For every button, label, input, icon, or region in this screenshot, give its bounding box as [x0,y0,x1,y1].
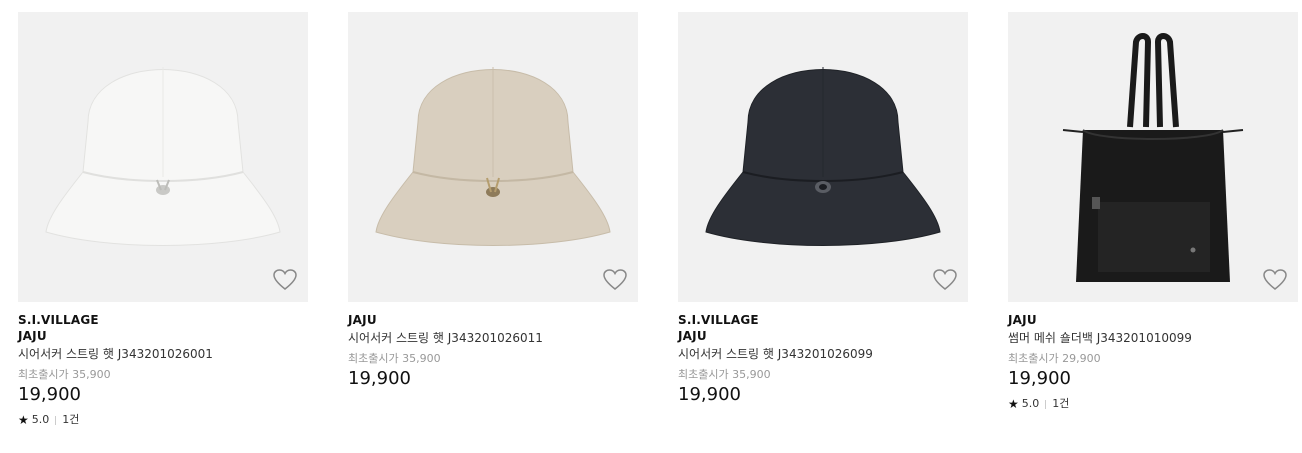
rating-value: 5.0 [1021,397,1040,410]
product-image[interactable] [18,12,308,302]
product-name[interactable]: 시어서커 스트링 햇 J343201026011 [348,329,638,347]
brand-label: JAJU [18,329,47,343]
sale-price: 19,900 [348,368,411,389]
tote-bag-image [1062,33,1244,282]
brand-label: JAJU [1008,313,1037,327]
product-card[interactable]: JAJU 시어서커 스트링 햇 J343201026011 최초출시가 35,9… [348,12,638,390]
heart-outline-icon[interactable] [1262,268,1288,292]
product-grid: S.I.VILLAGE JAJU 시어서커 스트링 햇 J34320102600… [0,0,1302,453]
product-image[interactable] [678,12,968,302]
brand-label: S.I.VILLAGE [18,313,99,327]
heart-outline-icon[interactable] [932,268,958,292]
product-card[interactable]: S.I.VILLAGE JAJU 시어서커 스트링 햇 J34320102600… [18,12,308,428]
original-price: 최초출시가 29,900 [1008,352,1101,365]
product-card[interactable]: S.I.VILLAGE JAJU 시어서커 스트링 햇 J34320102609… [678,12,968,406]
product-image[interactable] [1008,12,1298,302]
bucket-hat-image [45,67,281,246]
product-name[interactable]: 썸머 메쉬 숄더백 J343201010099 [1008,329,1298,347]
sale-price: 19,900 [18,384,81,405]
brand-label: JAJU [348,313,377,327]
original-price: 최초출시가 35,900 [348,352,441,365]
heart-outline-icon[interactable] [272,268,298,292]
divider [55,415,57,425]
star-icon: ★ [1008,397,1019,411]
bucket-hat-image [375,67,611,246]
product-name[interactable]: 시어서커 스트링 햇 J343201026099 [678,345,968,363]
product-name[interactable]: 시어서커 스트링 햇 J343201026001 [18,345,308,363]
rating-summary: ★ 5.0 1건 [18,412,308,428]
product-card[interactable]: JAJU 썸머 메쉬 숄더백 J343201010099 최초출시가 29,90… [1008,12,1298,412]
original-price: 최초출시가 35,900 [678,368,771,381]
brand-label: S.I.VILLAGE [678,313,759,327]
review-count: 1건 [1052,397,1070,410]
brand-label: JAJU [678,329,707,343]
heart-outline-icon[interactable] [602,268,628,292]
divider [1045,399,1047,409]
bucket-hat-image [705,67,941,246]
review-count: 1건 [62,413,80,426]
star-icon: ★ [18,413,29,427]
sale-price: 19,900 [1008,368,1071,389]
rating-value: 5.0 [31,413,50,426]
product-image[interactable] [348,12,638,302]
original-price: 최초출시가 35,900 [18,368,111,381]
sale-price: 19,900 [678,384,741,405]
rating-summary: ★ 5.0 1건 [1008,396,1298,412]
